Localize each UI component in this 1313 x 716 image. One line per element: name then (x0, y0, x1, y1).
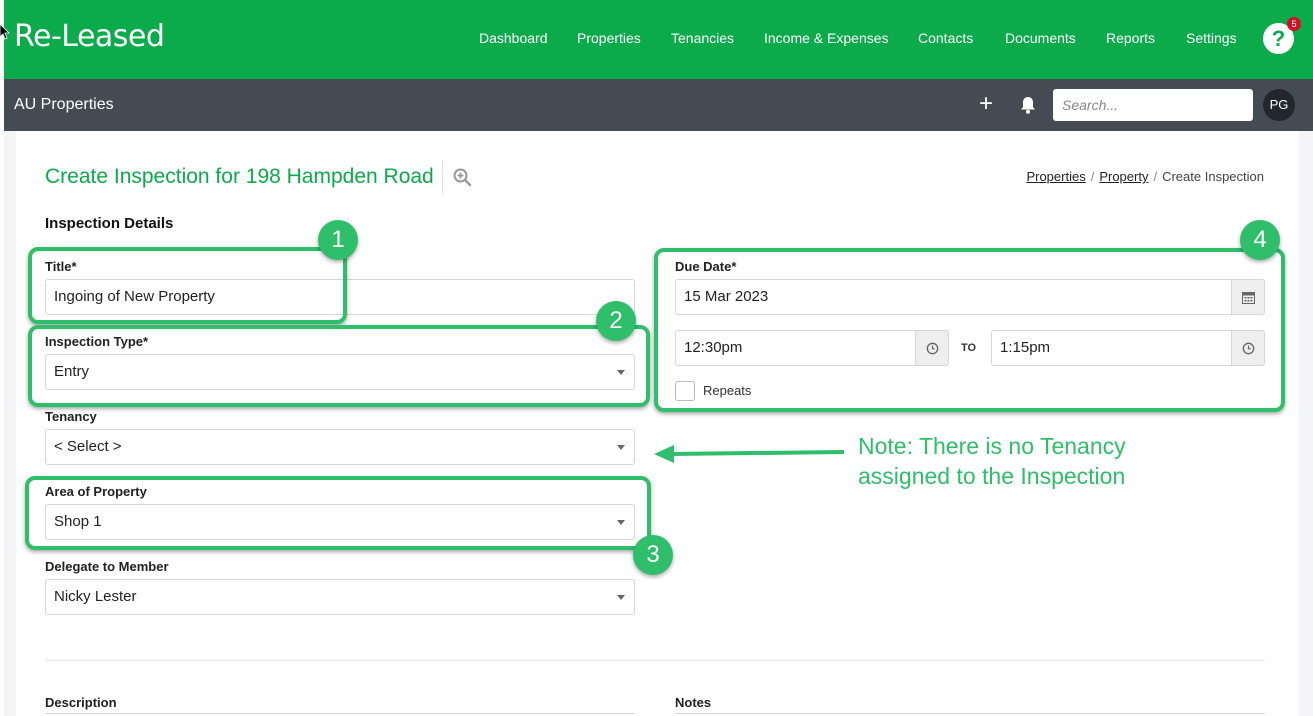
clock-icon (1242, 342, 1255, 355)
nav-documents[interactable]: Documents (1005, 30, 1076, 46)
start-time-value: 12:30pm (684, 339, 743, 356)
annotation-badge-3: 3 (633, 535, 673, 575)
account-bar: AU Properties + PG (4, 79, 1313, 131)
content-panel (16, 131, 1299, 716)
breadcrumb-properties[interactable]: Properties (1026, 169, 1085, 184)
calendar-icon (1242, 292, 1255, 304)
due-date-value: 15 Mar 2023 (684, 288, 769, 305)
nav-dashboard[interactable]: Dashboard (479, 30, 548, 46)
delegate-select[interactable]: Nicky Lester (45, 579, 635, 615)
app-logo[interactable]: Re-Leased (14, 19, 165, 54)
zoom-in-icon[interactable] (452, 167, 472, 187)
annotation-badge-2: 2 (596, 301, 636, 341)
delegate-value: Nicky Lester (54, 588, 137, 605)
annotation-note: Note: There is no Tenancy assigned to th… (858, 433, 1126, 489)
notes-field-edge[interactable] (675, 713, 1265, 714)
annotation-badge-4: 4 (1240, 220, 1280, 260)
due-date-input[interactable]: 15 Mar 2023 (675, 279, 1265, 315)
inspection-type-label: Inspection Type* (45, 334, 149, 349)
nav-contacts[interactable]: Contacts (918, 30, 973, 46)
nav-tenancies[interactable]: Tenancies (671, 30, 734, 46)
nav-settings[interactable]: Settings (1186, 30, 1237, 46)
top-nav-bar: Re-Leased Dashboard Properties Tenancies… (4, 0, 1313, 79)
chevron-down-icon (617, 595, 625, 600)
mouse-cursor-icon (0, 24, 10, 40)
description-field-edge[interactable] (45, 713, 635, 714)
end-time-input[interactable]: 1:15pm (991, 330, 1265, 366)
clock-icon (926, 342, 939, 355)
breadcrumb: Properties / Property / Create Inspection (1026, 169, 1264, 184)
breadcrumb-property[interactable]: Property (1099, 169, 1148, 184)
chevron-down-icon (617, 520, 625, 525)
nav-reports[interactable]: Reports (1106, 30, 1155, 46)
start-time-input[interactable]: 12:30pm (675, 330, 949, 366)
inspection-type-value: Entry (54, 363, 90, 380)
section-title: Inspection Details (45, 215, 174, 232)
chevron-down-icon (617, 370, 625, 375)
description-label: Description (45, 695, 117, 710)
notes-label: Notes (675, 695, 712, 710)
time-range-to-label: TO (961, 342, 977, 354)
arrow-left-icon (654, 445, 845, 463)
account-name[interactable]: AU Properties (14, 96, 114, 114)
area-of-property-value: Shop 1 (54, 513, 102, 530)
chevron-down-icon (617, 445, 625, 450)
area-of-property-select[interactable]: Shop 1 (45, 504, 635, 540)
nav-income-expenses[interactable]: Income & Expenses (764, 30, 889, 46)
title-input[interactable]: Ingoing of New Property (45, 279, 635, 315)
delegate-label: Delegate to Member (45, 559, 169, 574)
page-title: Create Inspection for 198 Hampden Road (45, 165, 434, 188)
breadcrumb-current: Create Inspection (1162, 169, 1264, 184)
repeats-label: Repeats (703, 383, 752, 398)
nav-properties[interactable]: Properties (577, 30, 641, 46)
inspection-type-select[interactable]: Entry (45, 354, 635, 390)
annotation-badge-1: 1 (318, 220, 358, 260)
title-divider (442, 160, 443, 194)
end-time-value: 1:15pm (1000, 339, 1051, 356)
title-label: Title* (45, 259, 77, 274)
plus-icon[interactable]: + (979, 92, 993, 116)
due-date-label: Due Date* (675, 259, 737, 274)
calendar-button[interactable] (1231, 280, 1264, 314)
start-time-clock-button[interactable] (915, 331, 948, 365)
area-of-property-label: Area of Property (45, 484, 147, 499)
user-avatar[interactable]: PG (1263, 89, 1295, 121)
breadcrumb-separator: / (1090, 169, 1095, 184)
search-input[interactable] (1053, 89, 1253, 121)
repeats-checkbox[interactable] (675, 381, 695, 401)
notification-count-badge: 5 (1287, 17, 1301, 31)
breadcrumb-separator: / (1153, 169, 1158, 184)
tenancy-label: Tenancy (45, 409, 97, 424)
section-divider (45, 660, 1265, 661)
bell-icon[interactable] (1018, 95, 1038, 115)
tenancy-value: < Select > (54, 438, 122, 455)
tenancy-select[interactable]: < Select > (45, 429, 635, 465)
end-time-clock-button[interactable] (1231, 331, 1264, 365)
